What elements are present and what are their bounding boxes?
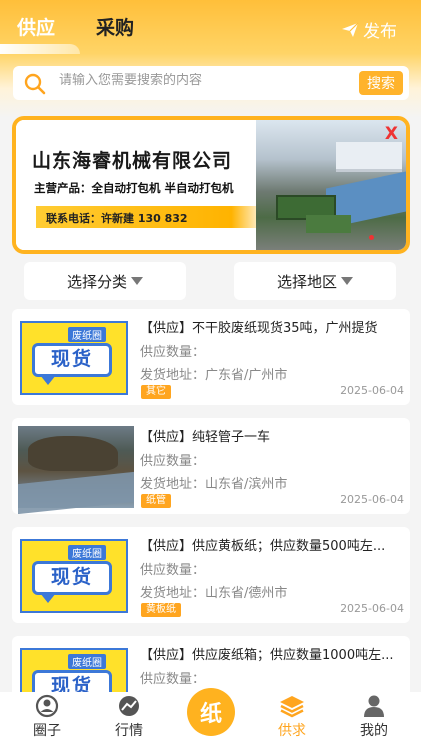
publish-label: 发布 [363, 22, 397, 42]
person-icon [364, 695, 384, 717]
listing-quantity: 供应数量： [140, 672, 206, 687]
tab-supply[interactable]: 供应 [17, 13, 55, 40]
tab-mine[interactable]: 我的 [339, 694, 409, 740]
caret-down-icon [341, 277, 353, 285]
banner-indicator-dot [369, 235, 374, 240]
user-circle-icon [35, 694, 59, 718]
listing-quantity: 供应数量： [140, 454, 206, 469]
tab-mine-label: 我的 [360, 723, 388, 739]
listing-thumbnail: 废纸圈 现货 [18, 317, 134, 399]
listing-tag: 纸管 [141, 494, 171, 508]
ad-banner[interactable]: 山东海睿机械有限公司 主营产品：全自动打包机 半自动打包机 联系电话：许新建 1… [12, 116, 410, 254]
banner-products: 主营产品：全自动打包机 半自动打包机 [34, 181, 234, 195]
category-filter-label: 选择分类 [66, 272, 127, 291]
listing-address: 发货地址：山东省/滨州市 [140, 477, 288, 492]
thumbnail-text: 现货 [32, 561, 112, 595]
filter-bar: 选择分类 选择地区 [0, 262, 421, 302]
banner-contact: 联系电话：许新建 130 832 [36, 206, 266, 228]
listing-card[interactable]: 废纸圈 现货 【供应】不干胶废纸现货35吨，广州提货 供应数量： 发货地址：广东… [12, 309, 410, 405]
listing-thumbnail [18, 426, 134, 514]
listing-tag: 黄板纸 [141, 603, 181, 617]
tab-supply-demand-label: 供求 [278, 723, 306, 739]
thumbnail-text: 现货 [32, 343, 112, 377]
thumbnail-label: 废纸圈 [68, 545, 106, 560]
tab-circle-label: 圈子 [33, 723, 61, 739]
listing-photo [18, 426, 134, 514]
region-filter[interactable]: 选择地区 [234, 262, 396, 300]
listing-quantity: 供应数量： [140, 345, 206, 360]
tab-supply-demand[interactable]: 供求 [257, 694, 327, 740]
header-tabs: 供应 采购 发布 [0, 0, 421, 54]
search-button[interactable]: 搜索 [359, 71, 403, 95]
bottom-tab-bar: 圈子 行情 纸 供求 我的 [0, 688, 421, 750]
tab-buy[interactable]: 采购 [96, 13, 134, 40]
listing-thumbnail: 废纸圈 现货 [18, 535, 134, 617]
listing-tag: 其它 [141, 385, 171, 399]
thumbnail-label: 废纸圈 [68, 654, 106, 669]
listing-title: 【供应】不干胶废纸现货35吨，广州提货 [140, 321, 378, 336]
listing-quantity: 供应数量： [140, 563, 206, 578]
trend-chart-icon [119, 696, 139, 716]
listing-address: 发货地址：广东省/广州市 [140, 368, 288, 383]
search-bar: 搜索 [13, 66, 409, 100]
search-icon [24, 73, 46, 95]
publish-button[interactable]: 发布 [341, 17, 397, 42]
tab-market-label: 行情 [115, 723, 143, 739]
listing-date: 2025-06-04 [340, 602, 404, 615]
layers-icon [280, 696, 304, 718]
listing-title: 【供应】供应废纸箱；供应数量1000吨左... [140, 648, 394, 663]
paper-plane-icon [342, 22, 359, 37]
listing-card[interactable]: 【供应】纯轻管子一车 供应数量： 发货地址：山东省/滨州市 纸管 2025-06… [12, 418, 410, 514]
tab-paper[interactable]: 纸 [187, 688, 235, 736]
tab-market[interactable]: 行情 [94, 694, 164, 740]
active-tab-indicator [0, 44, 80, 54]
tab-circle[interactable]: 圈子 [12, 694, 82, 740]
caret-down-icon [131, 277, 143, 285]
banner-company-name: 山东海睿机械有限公司 [32, 150, 233, 172]
banner-text-area: 山东海睿机械有限公司 主营产品：全自动打包机 半自动打包机 联系电话：许新建 1… [16, 120, 266, 250]
listing-card[interactable]: 废纸圈 现货 【供应】供应黄板纸；供应数量500吨左... 供应数量： 发货地址… [12, 527, 410, 623]
listing-title: 【供应】纯轻管子一车 [140, 430, 271, 445]
listing-date: 2025-06-04 [340, 384, 404, 397]
category-filter[interactable]: 选择分类 [24, 262, 186, 300]
listing-address: 发货地址：山东省/德州市 [140, 586, 288, 601]
banner-close-button[interactable]: X [385, 124, 398, 144]
banner-factory-photo [256, 120, 406, 250]
listing-title: 【供应】供应黄板纸；供应数量500吨左... [140, 539, 386, 554]
search-input[interactable] [59, 73, 319, 88]
region-filter-label: 选择地区 [276, 272, 337, 291]
listing-date: 2025-06-04 [340, 493, 404, 506]
thumbnail-label: 废纸圈 [68, 327, 106, 342]
